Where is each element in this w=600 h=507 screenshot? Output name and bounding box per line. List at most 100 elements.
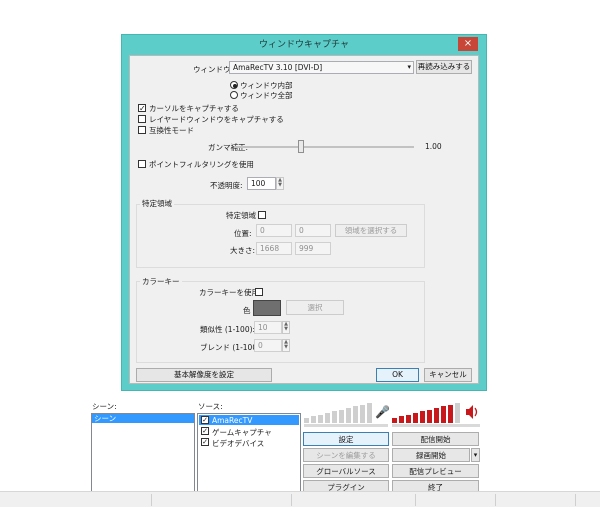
blend-spinner[interactable]: ▲ ▼ (282, 339, 290, 352)
colorkey-group-title: カラーキー (140, 276, 182, 287)
capture-cursor-checkbox[interactable]: ✓ (138, 104, 146, 113)
blend-input[interactable]: 0 (254, 339, 282, 352)
source-checkbox-game[interactable]: ✓ (201, 427, 209, 435)
mic-volume-slider[interactable] (304, 424, 388, 427)
mic-volume-meter[interactable] (304, 403, 374, 423)
sources-label: ソース: (198, 402, 223, 411)
radio-window-inner[interactable] (230, 81, 238, 89)
source-checkbox-amarectv[interactable]: ✓ (201, 416, 209, 424)
global-sources-button[interactable]: グローバルソース (303, 464, 389, 478)
meter-bar (367, 403, 372, 423)
meter-bar (448, 405, 453, 423)
size-width-input[interactable]: 1668 (256, 242, 292, 255)
point-filter-checkbox[interactable] (138, 160, 146, 168)
region-group-title: 特定領域 (140, 198, 174, 209)
close-button[interactable]: × (458, 37, 478, 51)
color-swatch[interactable] (253, 300, 281, 316)
radio-window-entire-label: ウィンドウ全部 (240, 91, 293, 100)
cancel-button[interactable]: キャンセル (424, 368, 472, 382)
ok-button[interactable]: OK (376, 368, 419, 382)
opacity-label: 不透明度: (210, 181, 243, 190)
speaker-icon[interactable] (465, 404, 479, 420)
gamma-slider-track[interactable] (234, 146, 414, 148)
record-dropdown-arrow[interactable]: ▾ (471, 448, 480, 462)
dialog-body: ウィンドウ: AmaRecTV 3.10 [DVI-D] ▾ 再読み込みする ウ… (129, 55, 479, 384)
similarity-spinner[interactable]: ▲ ▼ (282, 321, 290, 334)
start-stream-button[interactable]: 配信開始 (392, 432, 479, 446)
window-label: ウィンドウ: (193, 65, 234, 74)
scene-item[interactable]: シーン (92, 414, 194, 423)
start-record-button[interactable]: 録画開始 (392, 448, 470, 462)
use-colorkey-checkbox[interactable] (255, 288, 263, 296)
point-filter-label: ポイントフィルタリングを使用 (149, 160, 254, 169)
gamma-value: 1.00 (425, 142, 442, 151)
meter-bar (353, 406, 358, 423)
color-label: 色 (243, 306, 251, 315)
capture-layered-checkbox[interactable] (138, 115, 146, 123)
window-select[interactable]: AmaRecTV 3.10 [DVI-D] ▾ (229, 61, 414, 74)
position-y-input[interactable]: 0 (295, 224, 331, 237)
meter-bar (311, 416, 316, 423)
reload-button[interactable]: 再読み込みする (416, 60, 472, 74)
size-label: 大きさ: (230, 246, 256, 255)
meter-bar (441, 406, 446, 423)
settings-button[interactable]: 設定 (303, 432, 389, 446)
status-divider (291, 494, 292, 506)
region-checkbox[interactable] (258, 211, 266, 219)
meter-bar (339, 410, 344, 423)
scenes-label: シーン: (92, 402, 117, 411)
capture-layered-label: レイヤードウィンドウをキャプチャする (149, 115, 284, 124)
source-checkbox-video[interactable]: ✓ (201, 438, 209, 446)
edit-scene-button[interactable]: シーンを編集する (303, 448, 389, 462)
use-colorkey-label: カラーキーを使用: (199, 288, 262, 297)
microphone-icon[interactable]: 🎤 (375, 404, 390, 420)
similarity-input[interactable]: 10 (254, 321, 282, 334)
select-region-button[interactable]: 領域を選択する (335, 224, 407, 237)
meter-bar (455, 403, 460, 423)
dialog-title: ウィンドウキャプチャ (259, 40, 349, 50)
meter-bar (413, 413, 418, 423)
window-capture-dialog: ウィンドウキャプチャ × ウィンドウ: AmaRecTV 3.10 [DVI-D… (121, 34, 487, 391)
speaker-volume-slider[interactable] (392, 424, 480, 427)
meter-bar (420, 411, 425, 423)
capture-cursor-label: カーソルをキャプチャする (149, 104, 239, 113)
chevron-down-icon: ▾ (407, 63, 411, 71)
status-divider (415, 494, 416, 506)
speaker-volume-meter[interactable] (392, 403, 464, 423)
meter-bar (325, 413, 330, 423)
meter-bar (406, 415, 411, 423)
similarity-label: 類似性 (1-100): (200, 325, 256, 334)
meter-bar (304, 418, 309, 423)
opacity-spinner[interactable]: ▲ ▼ (276, 177, 284, 190)
gamma-slider-thumb[interactable] (298, 140, 304, 153)
status-divider (151, 494, 152, 506)
status-bar (0, 491, 600, 507)
meter-bar (392, 418, 397, 423)
preview-stream-button[interactable]: 配信プレビュー (392, 464, 479, 478)
meter-bar (399, 416, 404, 423)
position-x-input[interactable]: 0 (256, 224, 292, 237)
meter-bar (427, 410, 432, 423)
source-name-amarectv: AmaRecTV (212, 416, 253, 425)
meter-bar (332, 411, 337, 423)
meter-bar (318, 415, 323, 423)
region-checkbox-label: 特定領域 (226, 211, 256, 220)
window-select-value: AmaRecTV 3.10 [DVI-D] (233, 63, 323, 72)
position-label: 位置: (234, 229, 252, 238)
compat-mode-checkbox[interactable] (138, 126, 146, 134)
sources-list[interactable]: ✓ AmaRecTV ✓ ゲームキャプチャ ✓ ビデオデバイス (197, 413, 301, 493)
meter-bar (434, 408, 439, 423)
source-name-game: ゲームキャプチャ (212, 428, 272, 437)
status-divider (575, 494, 576, 506)
select-color-button[interactable]: 選択 (286, 300, 344, 315)
base-resolution-button[interactable]: 基本解像度を設定 (136, 368, 272, 382)
scenes-list[interactable]: シーン (91, 413, 195, 493)
compat-mode-label: 互換性モード (149, 126, 194, 135)
status-divider (495, 494, 496, 506)
meter-bar (360, 405, 365, 423)
meter-bar (346, 408, 351, 423)
radio-window-entire[interactable] (230, 91, 238, 99)
size-height-input[interactable]: 999 (295, 242, 331, 255)
opacity-input[interactable]: 100 (247, 177, 276, 190)
source-name-video: ビデオデバイス (212, 439, 265, 448)
